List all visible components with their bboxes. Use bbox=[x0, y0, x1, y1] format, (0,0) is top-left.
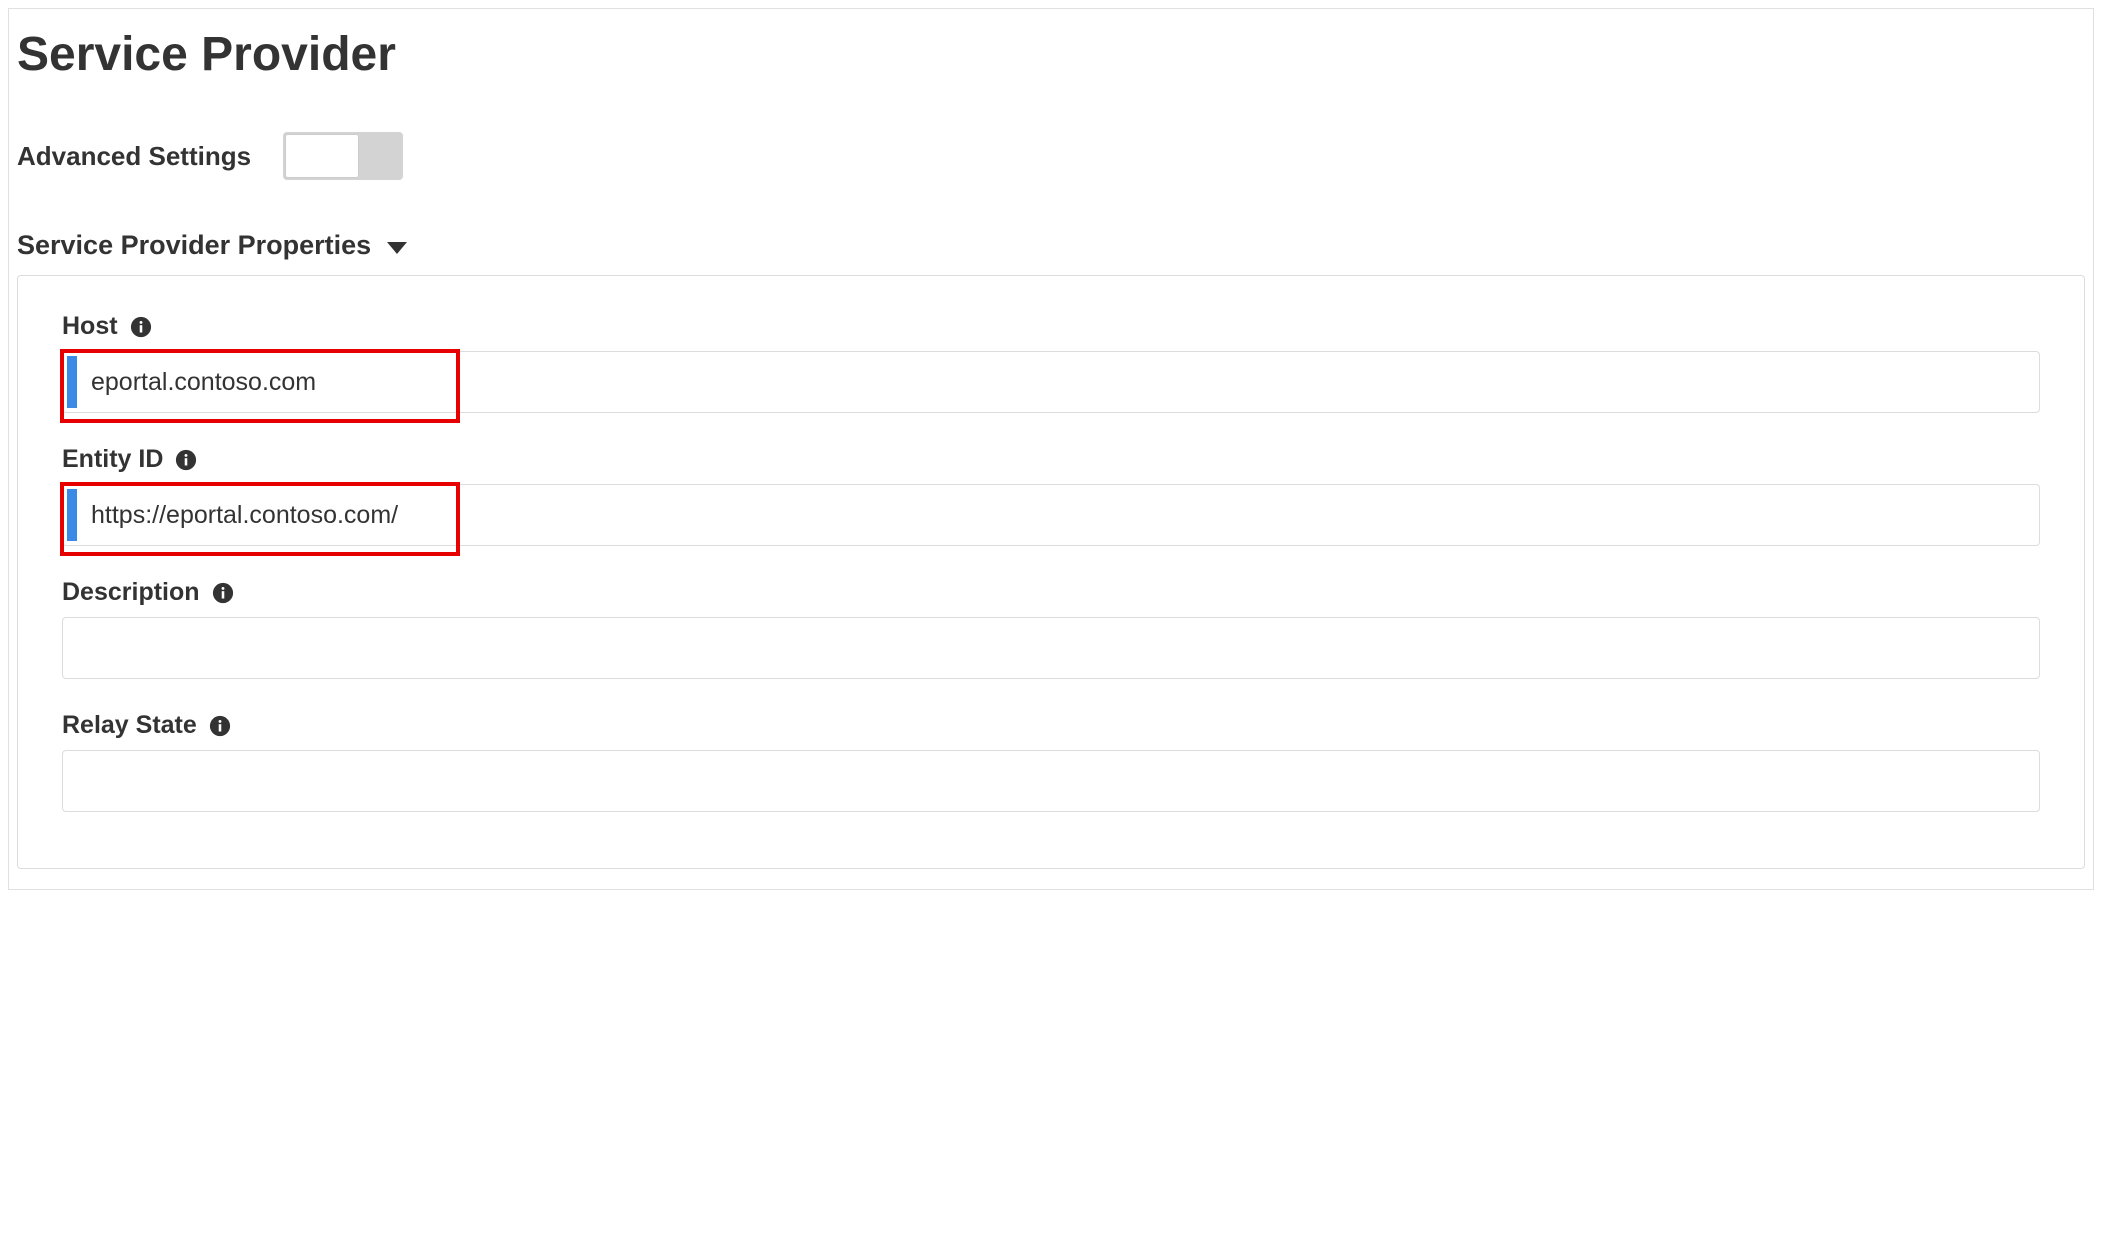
required-indicator-bar bbox=[67, 356, 77, 408]
info-icon[interactable] bbox=[175, 449, 197, 471]
advanced-settings-toggle[interactable] bbox=[283, 132, 403, 180]
description-label-row: Description bbox=[62, 578, 2040, 607]
description-field-block: Description bbox=[62, 578, 2040, 679]
entity-id-input[interactable] bbox=[62, 484, 2040, 546]
relay-state-label: Relay State bbox=[62, 711, 197, 740]
page-container: Service Provider Advanced Settings Servi… bbox=[8, 8, 2094, 890]
info-icon[interactable] bbox=[209, 715, 231, 737]
section-header-title: Service Provider Properties bbox=[17, 230, 371, 261]
info-icon[interactable] bbox=[212, 582, 234, 604]
entity-id-label: Entity ID bbox=[62, 445, 163, 474]
host-input[interactable] bbox=[62, 351, 2040, 413]
entity-id-input-wrap bbox=[62, 484, 2040, 546]
host-label: Host bbox=[62, 312, 118, 341]
relay-state-input[interactable] bbox=[62, 750, 2040, 812]
advanced-settings-row: Advanced Settings bbox=[17, 132, 2085, 180]
properties-panel: Host Entity ID bbox=[17, 275, 2085, 869]
advanced-settings-label: Advanced Settings bbox=[17, 141, 251, 172]
host-input-wrap bbox=[62, 351, 2040, 413]
chevron-down-icon bbox=[387, 242, 407, 254]
entity-id-field-block: Entity ID bbox=[62, 445, 2040, 546]
description-input-wrap bbox=[62, 617, 2040, 679]
page-title: Service Provider bbox=[17, 27, 2085, 82]
info-icon[interactable] bbox=[130, 316, 152, 338]
relay-state-input-wrap bbox=[62, 750, 2040, 812]
description-input[interactable] bbox=[62, 617, 2040, 679]
entity-id-label-row: Entity ID bbox=[62, 445, 2040, 474]
required-indicator-bar bbox=[67, 489, 77, 541]
host-label-row: Host bbox=[62, 312, 2040, 341]
toggle-knob bbox=[285, 134, 359, 178]
relay-state-field-block: Relay State bbox=[62, 711, 2040, 812]
host-field-block: Host bbox=[62, 312, 2040, 413]
section-header[interactable]: Service Provider Properties bbox=[17, 230, 2085, 261]
relay-state-label-row: Relay State bbox=[62, 711, 2040, 740]
description-label: Description bbox=[62, 578, 200, 607]
